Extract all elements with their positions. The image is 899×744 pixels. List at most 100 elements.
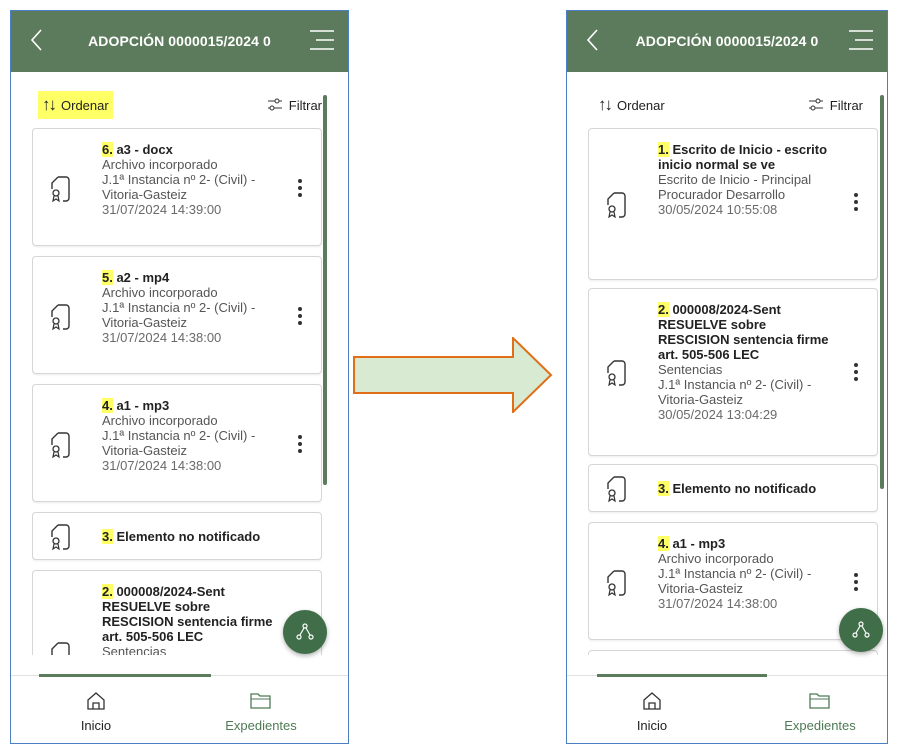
item-type: Archivo incorporado [102, 157, 218, 172]
scrollbar[interactable] [880, 95, 884, 489]
list-item[interactable]: 2. 000008/2024-Sent RESUELVE sobre RESCI… [32, 570, 322, 655]
item-type: Sentencias [658, 362, 723, 377]
item-title: 4. a1 - mp3 [658, 536, 839, 551]
share-nodes-icon [852, 621, 870, 638]
item-court: J.1ª Instancia nº 2- (Civil) - Vitoria-G… [658, 377, 812, 407]
item-court: J.1ª Instancia nº 2- (Civil) - Vitoria-G… [102, 428, 256, 458]
share-nodes-icon [296, 623, 314, 640]
more-options-icon[interactable] [298, 179, 302, 199]
item-title-text: a1 - mp3 [112, 398, 170, 413]
item-number: 4. [658, 536, 669, 551]
item-title: 4. a1 - mp3 [102, 398, 283, 413]
nav-expedientes[interactable]: Expedientes [765, 690, 875, 733]
document-icon [607, 360, 626, 387]
item-date: 31/07/2024 14:38:00 [658, 596, 778, 611]
screen-before: ADOPCIÓN 0000015/2024 0 ↑↓ Ordenar Filtr… [10, 10, 349, 744]
document-icon [51, 642, 70, 655]
item-title: 6. a3 - docx [102, 142, 283, 157]
nav-expedientes[interactable]: Expedientes [206, 690, 316, 733]
nav-expedientes-label: Expedientes [784, 718, 856, 733]
item-type: Sentencias [102, 644, 167, 655]
active-tab-indicator [39, 674, 211, 677]
sort-filter-bar: ↑↓ Ordenar Filtrar [588, 91, 863, 121]
document-icon [51, 304, 70, 331]
item-title: 2. 000008/2024-Sent RESUELVE sobre RESCI… [658, 302, 839, 362]
menu-icon[interactable] [847, 29, 873, 51]
item-number: 5. [102, 270, 113, 285]
list-item[interactable]: 2. 000008/2024-Sent RESUELVE sobre RESCI… [588, 288, 878, 456]
item-title-text: a1 - mp3 [668, 536, 726, 551]
item-title-text: Escrito de Inicio - escrito inicio norma… [658, 142, 828, 172]
item-number: 3. [658, 480, 669, 496]
sort-label: Ordenar [61, 97, 109, 113]
list-item[interactable]: 3. Elemento no notificado [588, 464, 878, 512]
sort-button[interactable]: ↑↓ Ordenar [38, 91, 113, 119]
item-title-text: 000008/2024-Sent RESUELVE sobre RESCISIO… [658, 302, 829, 362]
app-bar: ADOPCIÓN 0000015/2024 0 [11, 11, 348, 72]
list-item[interactable]: 1. Escrito de Inicio - escrito inicio no… [588, 128, 878, 280]
filter-label: Filtrar [288, 97, 322, 113]
list-item[interactable]: 4. a1 - mp3 Archivo incorporado J.1ª Ins… [32, 384, 322, 502]
sort-arrows-icon: ↑↓ [598, 95, 613, 114]
item-type: Escrito de Inicio - Principal [658, 172, 812, 187]
filter-button[interactable]: Filtrar [808, 91, 863, 119]
item-type: Archivo incorporado [658, 551, 774, 566]
item-title: 3. Elemento no notificado [102, 528, 260, 544]
item-court: J.1ª Instancia nº 2- (Civil) - Vitoria-G… [102, 172, 256, 202]
more-options-icon[interactable] [298, 307, 302, 327]
list-item[interactable] [588, 650, 878, 655]
active-tab-indicator [597, 674, 767, 677]
item-date: 31/07/2024 14:38:00 [102, 458, 222, 473]
item-title: 1. Escrito de Inicio - escrito inicio no… [658, 142, 839, 172]
document-list: 6. a3 - docx Archivo incorporado J.1ª In… [32, 128, 322, 655]
item-author: Procurador Desarrollo [658, 187, 786, 202]
filter-label: Filtrar [829, 97, 863, 113]
more-options-icon[interactable] [298, 435, 302, 455]
sort-button[interactable]: ↑↓ Ordenar [594, 91, 669, 119]
comparison-canvas: ADOPCIÓN 0000015/2024 0 ↑↓ Ordenar Filtr… [0, 0, 899, 744]
document-icon [607, 192, 626, 219]
item-title-text: a3 - docx [112, 142, 173, 157]
filter-sliders-icon [267, 98, 282, 111]
more-options-icon[interactable] [854, 193, 858, 213]
document-icon [607, 570, 626, 597]
item-court: J.1ª Instancia nº 2- (Civil) - Vitoria-G… [658, 566, 812, 596]
item-title: 2. 000008/2024-Sent RESUELVE sobre RESCI… [102, 584, 283, 644]
screen-after: ADOPCIÓN 0000015/2024 0 ↑↓ Ordenar Filtr… [566, 10, 888, 744]
item-title-text: 000008/2024-Sent RESUELVE sobre RESCISIO… [102, 584, 273, 644]
menu-icon[interactable] [308, 29, 334, 51]
page-title: ADOPCIÓN 0000015/2024 0 [635, 33, 819, 49]
share-fab[interactable] [839, 608, 883, 652]
item-title-text: a2 - mp4 [112, 270, 170, 285]
list-item[interactable]: 5. a2 - mp4 Archivo incorporado J.1ª Ins… [32, 256, 322, 374]
folder-icon [809, 693, 830, 709]
item-date: 31/07/2024 14:38:00 [102, 330, 222, 345]
nav-inicio-label: Inicio [636, 718, 668, 733]
home-icon [643, 692, 661, 710]
item-type: Archivo incorporado [102, 285, 218, 300]
item-title: 5. a2 - mp4 [102, 270, 283, 285]
item-title-text: Elemento no notificado [668, 480, 817, 496]
item-date: 30/05/2024 13:04:29 [658, 407, 778, 422]
share-fab[interactable] [283, 610, 327, 654]
item-type: Archivo incorporado [102, 413, 218, 428]
nav-inicio-label: Inicio [80, 718, 112, 733]
list-item[interactable]: 4. a1 - mp3 Archivo incorporado J.1ª Ins… [588, 522, 878, 640]
list-item[interactable]: 6. a3 - docx Archivo incorporado J.1ª In… [32, 128, 322, 246]
document-icon [607, 476, 626, 503]
more-options-icon[interactable] [854, 573, 858, 593]
filter-button[interactable]: Filtrar [267, 91, 322, 119]
scrollbar[interactable] [323, 95, 327, 485]
item-number: 2. [658, 302, 669, 317]
item-number: 6. [102, 142, 113, 157]
item-number: 1. [658, 142, 669, 157]
app-bar: ADOPCIÓN 0000015/2024 0 [567, 11, 887, 72]
nav-inicio[interactable]: Inicio [41, 690, 151, 733]
home-icon [87, 692, 105, 710]
more-options-icon[interactable] [854, 363, 858, 383]
list-item[interactable]: 3. Elemento no notificado [32, 512, 322, 560]
bottom-navigation: Inicio Expedientes [567, 674, 887, 743]
nav-inicio[interactable]: Inicio [597, 690, 707, 733]
item-date: 30/05/2024 10:55:08 [658, 202, 778, 217]
sort-arrows-icon: ↑↓ [42, 95, 57, 114]
